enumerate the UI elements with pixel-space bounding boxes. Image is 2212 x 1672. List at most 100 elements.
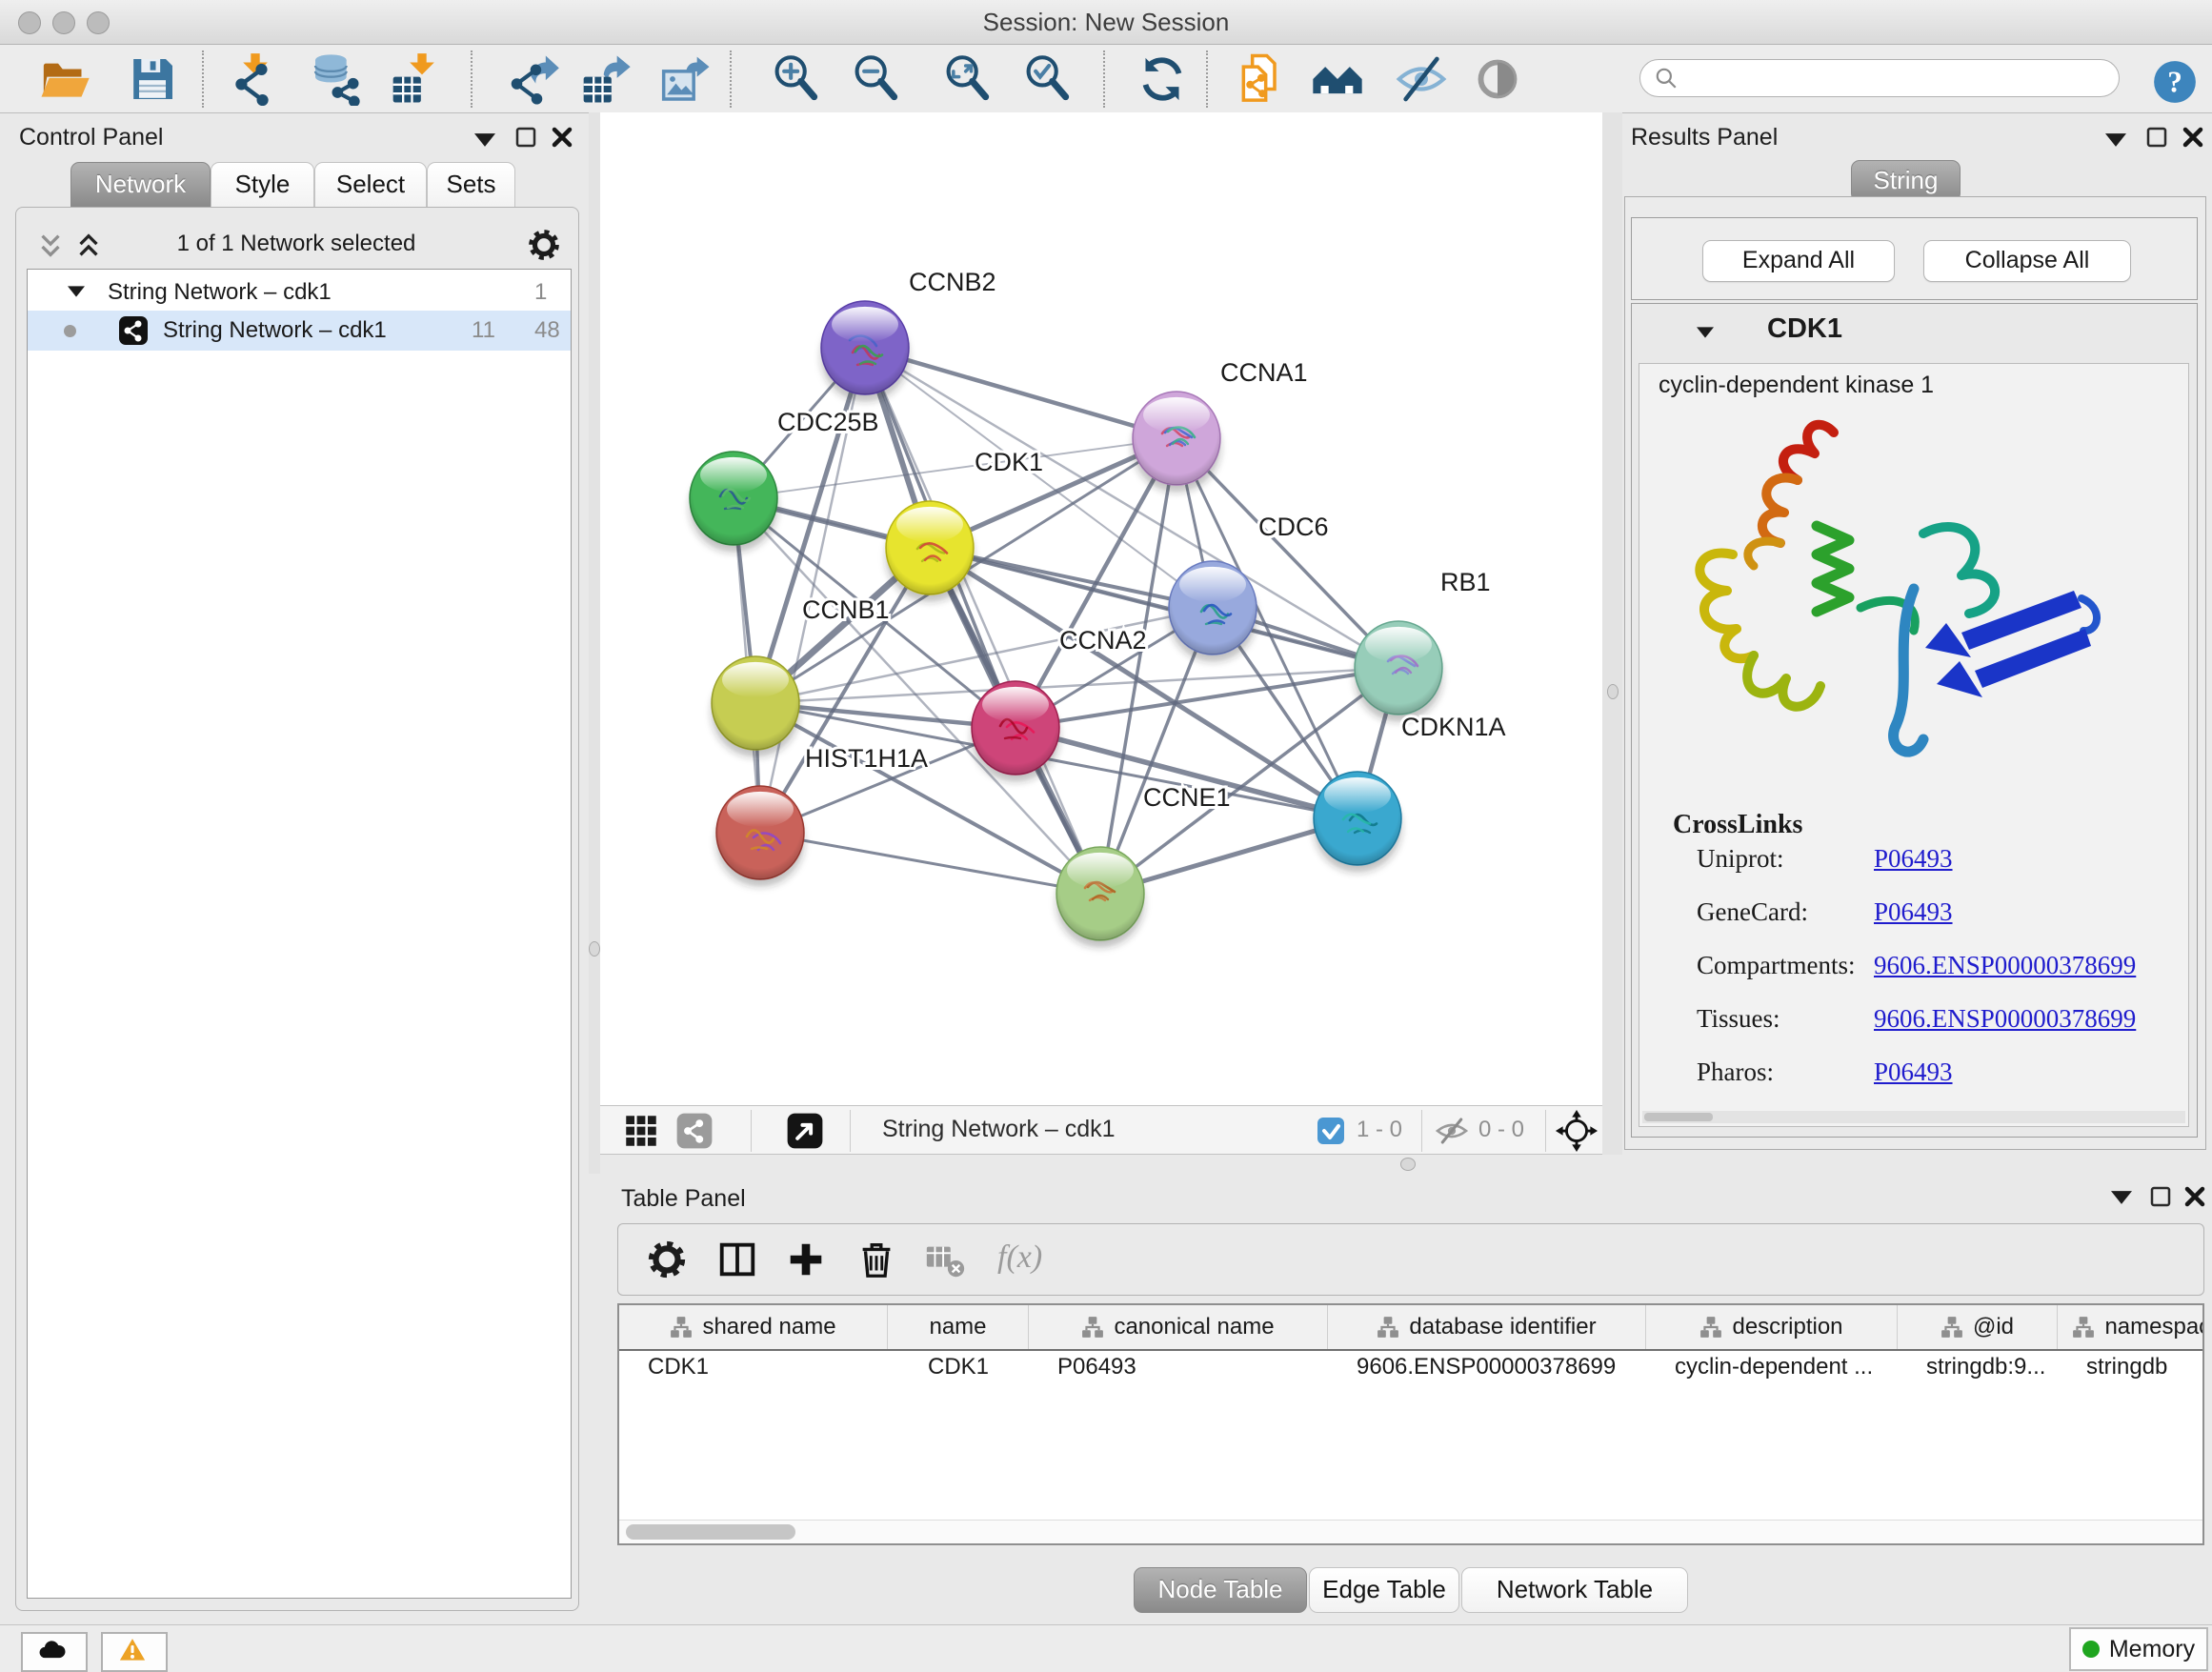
horizontal-splitter-handle[interactable] xyxy=(1400,1158,1416,1171)
hide-selected-icon[interactable] xyxy=(1395,52,1448,106)
collapse-all-button[interactable]: Collapse All xyxy=(1923,240,2131,282)
open-session-icon[interactable] xyxy=(38,52,91,106)
tab-network[interactable]: Network xyxy=(70,162,211,208)
graph-node-CDK1[interactable] xyxy=(886,501,974,602)
results-panel-float-icon[interactable] xyxy=(2145,126,2168,149)
network-collection-row[interactable]: String Network – cdk1 1 xyxy=(28,274,571,311)
export-image-icon[interactable] xyxy=(659,52,713,106)
column-header-name[interactable]: name xyxy=(888,1305,1029,1349)
collection-expander-icon[interactable] xyxy=(68,286,85,297)
column-header-shared-name[interactable]: shared name xyxy=(619,1305,888,1349)
show-columns-icon[interactable] xyxy=(715,1238,759,1281)
graph-node-CCNE1[interactable] xyxy=(1056,847,1144,948)
zoom-in-icon[interactable] xyxy=(770,52,823,106)
crosslink-link[interactable]: 9606.ENSP00000378699 xyxy=(1874,951,2136,980)
cell-shared-name[interactable]: CDK1 xyxy=(619,1351,888,1387)
results-panel-close-icon[interactable] xyxy=(2182,126,2204,149)
cell-database-identifier[interactable]: 9606.ENSP00000378699 xyxy=(1328,1351,1646,1387)
expand-all-button[interactable]: Expand All xyxy=(1702,240,1895,282)
delete-column-icon[interactable] xyxy=(855,1238,898,1281)
tab-network-table[interactable]: Network Table xyxy=(1461,1567,1688,1613)
graph-node-CDC6[interactable] xyxy=(1169,561,1257,662)
cell-canonical-name[interactable]: P06493 xyxy=(1029,1351,1328,1387)
zoom-selected-icon[interactable] xyxy=(1021,52,1075,106)
tab-node-table[interactable]: Node Table xyxy=(1134,1567,1307,1613)
column-header-description[interactable]: description xyxy=(1646,1305,1898,1349)
zoom-fit-icon[interactable] xyxy=(941,52,995,106)
table-h-scrollbar[interactable] xyxy=(619,1520,2202,1543)
graph-node-CCNB1[interactable] xyxy=(712,656,799,757)
left-splitter[interactable] xyxy=(589,112,600,1174)
cloud-button[interactable] xyxy=(21,1632,88,1672)
control-panel-close-icon[interactable] xyxy=(551,126,573,149)
results-panel-collapse-icon[interactable] xyxy=(2105,133,2126,147)
graph-node-CCNA1[interactable] xyxy=(1133,392,1220,493)
right-splitter-handle[interactable] xyxy=(1607,684,1619,699)
memory-button[interactable]: Memory xyxy=(2069,1627,2208,1671)
graph-node-CCNA2[interactable] xyxy=(972,681,1059,782)
search-field[interactable] xyxy=(1639,59,2120,97)
graph-node-HIST1H1A[interactable] xyxy=(716,786,804,887)
horizontal-splitter[interactable] xyxy=(600,1155,2212,1174)
birds-eye-view-icon[interactable] xyxy=(785,1111,825,1151)
cell--id[interactable]: stringdb:9... xyxy=(1898,1351,2058,1387)
tab-style[interactable]: Style xyxy=(211,162,314,208)
column-header-database-identifier[interactable]: database identifier xyxy=(1328,1305,1646,1349)
add-column-icon[interactable] xyxy=(784,1238,828,1281)
crosslink-link[interactable]: P06493 xyxy=(1874,844,1953,874)
network-options-gear-icon[interactable] xyxy=(526,227,562,263)
graph-node-CDC25B[interactable] xyxy=(690,452,777,553)
refresh-layout-icon[interactable] xyxy=(1136,52,1189,106)
protein-section-expander-icon[interactable] xyxy=(1697,327,1714,338)
table-panel-close-icon[interactable] xyxy=(2183,1185,2206,1208)
cell-namespace[interactable]: stringdb xyxy=(2058,1351,2204,1387)
save-session-icon[interactable] xyxy=(126,52,179,106)
crosslink-link[interactable]: 9606.ENSP00000378699 xyxy=(1874,1004,2136,1034)
control-panel-float-icon[interactable] xyxy=(514,126,537,149)
zoom-out-icon[interactable] xyxy=(850,52,903,106)
warnings-button[interactable] xyxy=(101,1632,168,1672)
table-row[interactable]: CDK1CDK1P064939606.ENSP00000378699cyclin… xyxy=(619,1351,2204,1387)
protein-details-scrollbar[interactable] xyxy=(1642,1111,2185,1123)
import-database-icon[interactable] xyxy=(309,52,362,106)
table-h-scrollbar-thumb[interactable] xyxy=(626,1524,795,1540)
right-splitter[interactable] xyxy=(1602,112,1622,1174)
hidden-eye-icon[interactable] xyxy=(1435,1114,1469,1148)
left-splitter-handle[interactable] xyxy=(589,941,600,957)
show-all-icon[interactable] xyxy=(1311,52,1364,106)
export-network-icon[interactable] xyxy=(507,52,560,106)
graph-node-CDKN1A[interactable] xyxy=(1314,772,1401,873)
clone-network-icon[interactable] xyxy=(1235,52,1288,106)
import-table-icon[interactable] xyxy=(389,52,442,106)
table-panel-float-icon[interactable] xyxy=(2149,1185,2172,1208)
tab-sets[interactable]: Sets xyxy=(427,162,515,208)
network-canvas[interactable]: CCNB2CCNA1CDC25BCDK1CDC6RB1CCNB1CCNA2CDK… xyxy=(600,112,1602,1105)
graph-node-RB1[interactable] xyxy=(1355,621,1442,722)
selected-checkbox-icon[interactable] xyxy=(1317,1117,1345,1145)
toggle-graphics-icon[interactable] xyxy=(1471,52,1524,106)
help-button[interactable]: ? xyxy=(2151,58,2199,106)
search-input[interactable] xyxy=(1686,64,2105,92)
tab-label: Style xyxy=(211,163,313,206)
tab-edge-table[interactable]: Edge Table xyxy=(1309,1567,1459,1613)
network-row-selected[interactable]: String Network – cdk1 11 48 xyxy=(28,311,571,351)
cell-description[interactable]: cyclin-dependent ... xyxy=(1646,1351,1898,1387)
graph-node-CCNB2[interactable] xyxy=(821,301,909,402)
export-table-icon[interactable] xyxy=(579,52,633,106)
network-graph[interactable]: CCNB2CCNA1CDC25BCDK1CDC6RB1CCNB1CCNA2CDK… xyxy=(600,112,1602,1105)
crosslink-link[interactable]: P06493 xyxy=(1874,1058,1953,1087)
column-header-canonical-name[interactable]: canonical name xyxy=(1029,1305,1328,1349)
protein-details-scrollbar-thumb[interactable] xyxy=(1644,1113,1713,1121)
network-view-icon[interactable] xyxy=(674,1111,714,1151)
crosslink-link[interactable]: P06493 xyxy=(1874,897,1953,927)
import-network-icon[interactable] xyxy=(229,52,282,106)
grid-view-icon[interactable] xyxy=(621,1111,661,1151)
column-header-namespace[interactable]: namespace xyxy=(2058,1305,2204,1349)
fit-selected-crosshair-icon[interactable] xyxy=(1555,1109,1599,1153)
table-options-gear-icon[interactable] xyxy=(645,1238,689,1281)
cell-name[interactable]: CDK1 xyxy=(888,1351,1029,1387)
column-header--id[interactable]: @id xyxy=(1898,1305,2058,1349)
control-panel-collapse-icon[interactable] xyxy=(474,133,495,147)
table-panel-collapse-icon[interactable] xyxy=(2111,1191,2132,1204)
tab-select[interactable]: Select xyxy=(314,162,427,208)
